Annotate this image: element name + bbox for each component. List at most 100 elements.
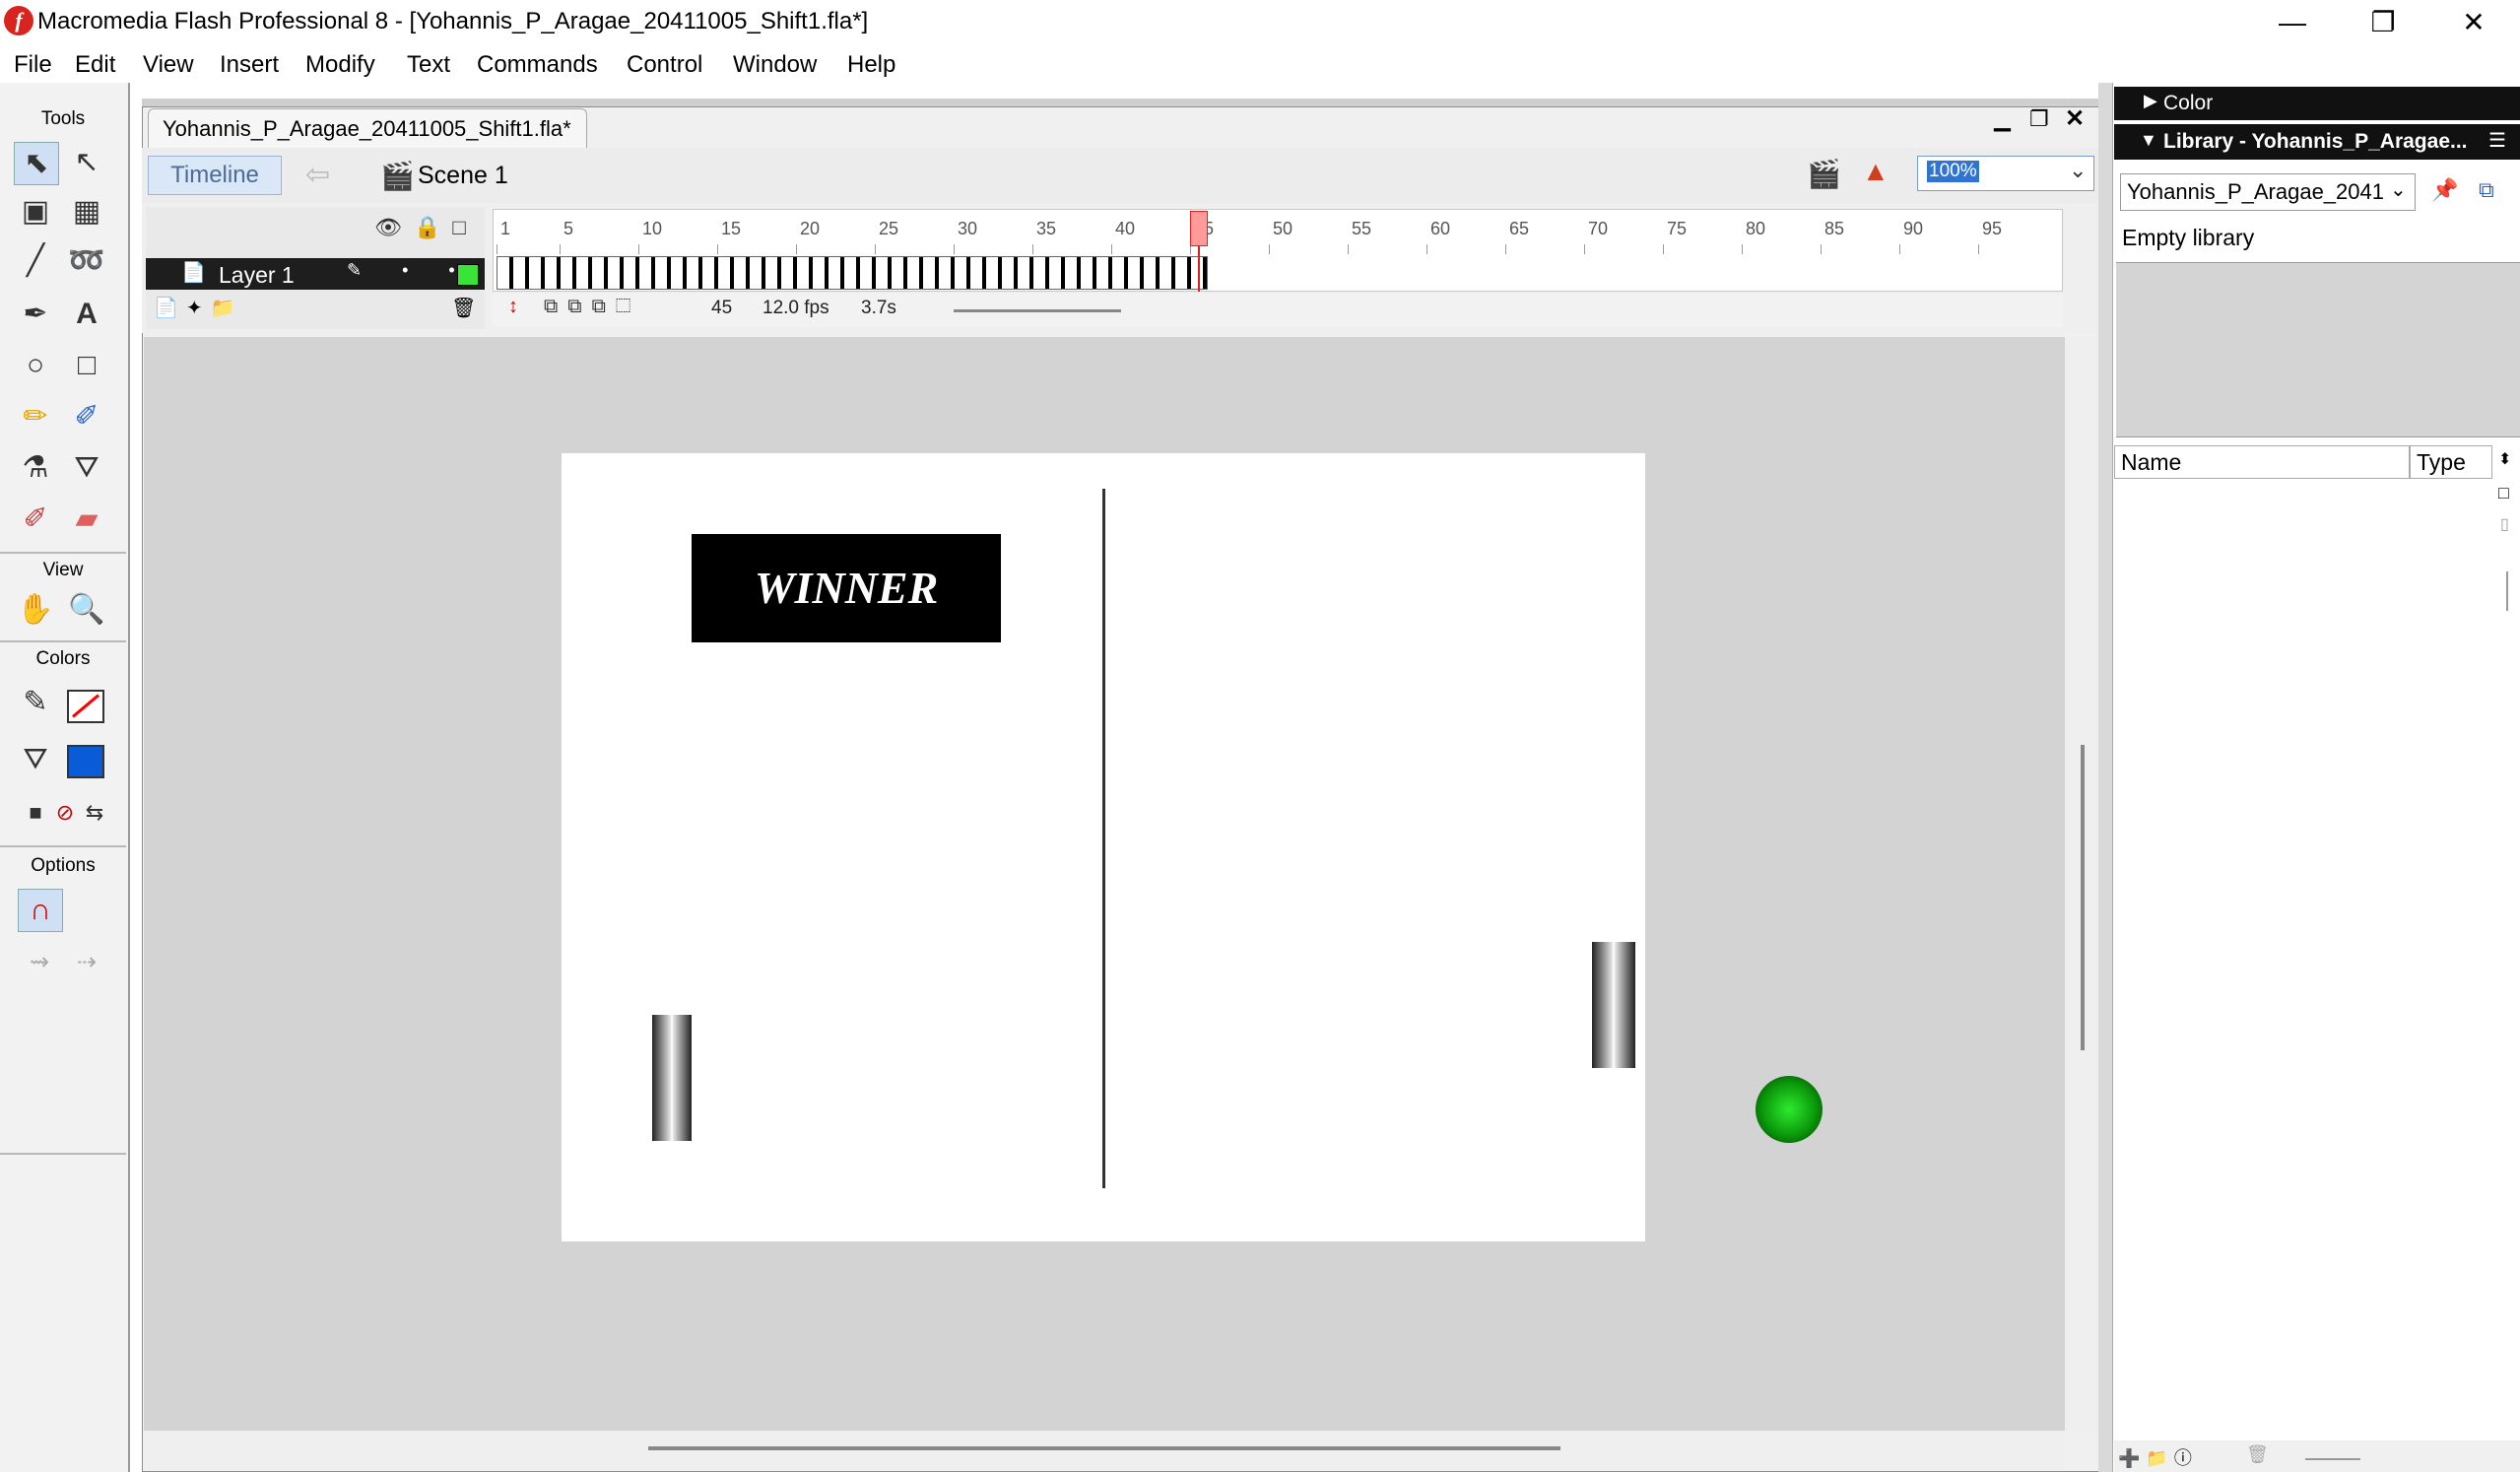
- library-item-list[interactable]: [2114, 479, 2492, 1435]
- doc-minimize-icon[interactable]: ▁: [1994, 106, 2011, 132]
- stroke-color-icon[interactable]: ✎: [14, 682, 57, 723]
- minimize-button[interactable]: —: [2248, 0, 2337, 47]
- right-paddle[interactable]: [1592, 942, 1635, 1068]
- oval-icon[interactable]: ○: [14, 345, 57, 386]
- new-symbol-icon[interactable]: ➕: [2118, 1448, 2146, 1468]
- menu-view[interactable]: View: [143, 51, 194, 79]
- center-frame-icon[interactable]: ↕: [508, 296, 518, 318]
- pin-icon[interactable]: 📌: [2431, 177, 2458, 203]
- fill-transform-icon[interactable]: ▦: [65, 191, 108, 233]
- library-type-column[interactable]: Type: [2410, 445, 2492, 479]
- trash-icon[interactable]: 🗑: [451, 296, 476, 320]
- doc-close-icon[interactable]: ✕: [2065, 104, 2085, 133]
- menu-control[interactable]: Control: [627, 51, 702, 79]
- back-arrow-icon[interactable]: ⇦: [305, 158, 330, 192]
- edit-scene-icon[interactable]: 🎬: [1807, 158, 1841, 190]
- winner-banner[interactable]: WINNER: [692, 534, 1001, 642]
- library-vscroll[interactable]: [2506, 571, 2508, 611]
- insert-folder-icon[interactable]: 📁: [211, 298, 243, 319]
- free-transform-icon[interactable]: ▣: [14, 191, 57, 233]
- edit-multiple-icon[interactable]: ⧉: [592, 296, 616, 317]
- vscroll-thumb[interactable]: [2081, 745, 2085, 1050]
- stage-hscrollbar[interactable]: [144, 1431, 2065, 1470]
- expand-arrow-icon[interactable]: ▶: [2144, 91, 2157, 111]
- document-tab[interactable]: Yohannis_P_Aragae_20411005_Shift1.fla*: [148, 108, 587, 148]
- paint-bucket-icon[interactable]: ⛛: [65, 447, 108, 489]
- panel-options-icon[interactable]: ☰: [2488, 128, 2506, 153]
- frame-rate[interactable]: 12.0 fps: [763, 298, 829, 319]
- layer-name[interactable]: Layer 1: [219, 262, 295, 289]
- insert-layer-icon[interactable]: 📄: [154, 298, 186, 319]
- modify-markers-icon[interactable]: ⬚: [616, 296, 640, 317]
- ball[interactable]: [1756, 1076, 1823, 1143]
- properties-icon[interactable]: ⓘ: [2174, 1448, 2198, 1468]
- new-library-panel-icon[interactable]: ⧉: [2479, 177, 2494, 203]
- left-paddle[interactable]: [652, 1015, 692, 1141]
- chevron-down-icon[interactable]: ⌄: [2390, 177, 2407, 202]
- timeline-hscrollbar[interactable]: [954, 309, 1121, 312]
- menu-edit[interactable]: Edit: [75, 51, 115, 79]
- rectangle-icon[interactable]: □: [65, 345, 108, 386]
- lock-icon[interactable]: 🔒: [414, 215, 452, 239]
- onion-skin-icon[interactable]: ⧉: [544, 296, 567, 317]
- ruler-label: 15: [721, 219, 742, 238]
- zoom-value[interactable]: 100%: [1927, 161, 1979, 182]
- center-net-line[interactable]: [1102, 489, 1105, 1188]
- menu-insert[interactable]: Insert: [220, 51, 279, 79]
- brush-icon[interactable]: ✐: [65, 396, 108, 437]
- narrow-state-icon[interactable]: ▯: [2500, 514, 2509, 534]
- stroke-color-swatch[interactable]: [67, 690, 104, 723]
- scene-label[interactable]: Scene 1: [418, 162, 508, 190]
- pencil-icon[interactable]: ✏: [14, 396, 57, 437]
- snap-magnet-icon[interactable]: ∩: [18, 889, 63, 932]
- layer-outline-color[interactable]: [457, 264, 479, 286]
- wide-state-icon[interactable]: □: [2498, 483, 2509, 503]
- collapse-arrow-icon[interactable]: ▼: [2140, 130, 2157, 151]
- library-document-select[interactable]: Yohannis_P_Aragae_2041: [2120, 173, 2416, 211]
- doc-restore-icon[interactable]: ❐: [2029, 106, 2049, 132]
- library-hscroll[interactable]: [2305, 1458, 2360, 1460]
- playhead[interactable]: [1190, 211, 1208, 246]
- delete-icon[interactable]: 🗑: [2246, 1444, 2269, 1465]
- hand-icon[interactable]: ✋: [14, 589, 57, 631]
- sort-order-icon[interactable]: ⬍: [2498, 449, 2511, 469]
- line-icon[interactable]: ╱: [14, 240, 57, 282]
- outline-icon[interactable]: □: [452, 215, 477, 239]
- menu-window[interactable]: Window: [733, 51, 817, 79]
- layer-state-icons[interactable]: ✎ • •: [347, 260, 473, 281]
- smooth-icon[interactable]: ⇝: [18, 942, 61, 983]
- timeline-toggle-button[interactable]: Timeline: [148, 156, 282, 195]
- menu-commands[interactable]: Commands: [477, 51, 598, 79]
- menu-help[interactable]: Help: [847, 51, 895, 79]
- hscroll-thumb[interactable]: [648, 1446, 1560, 1450]
- add-motion-guide-icon[interactable]: ✦: [186, 298, 211, 319]
- pen-icon[interactable]: ✒: [14, 294, 57, 335]
- keyframes-strip[interactable]: [497, 256, 1208, 290]
- edit-symbols-icon[interactable]: ▲: [1862, 156, 1890, 187]
- panel-collapse-bar[interactable]: [2098, 83, 2112, 1472]
- ink-bottle-icon[interactable]: ⚗: [14, 447, 57, 489]
- lasso-icon[interactable]: ➿: [65, 240, 108, 282]
- fill-color-swatch[interactable]: [67, 745, 104, 778]
- library-name-column[interactable]: Name: [2114, 445, 2410, 479]
- menu-modify[interactable]: Modify: [305, 51, 375, 79]
- menu-file[interactable]: File: [14, 51, 52, 79]
- arrow-icon[interactable]: ⬉: [14, 142, 59, 185]
- eraser-icon[interactable]: ▰: [65, 499, 108, 540]
- color-panel-header[interactable]: Color: [2114, 87, 2520, 120]
- text-icon[interactable]: A: [65, 294, 108, 335]
- maximize-button[interactable]: ❐: [2339, 0, 2427, 47]
- chevron-down-icon[interactable]: ⌄: [2069, 158, 2087, 183]
- zoom-icon[interactable]: 🔍: [65, 589, 108, 631]
- straighten-icon[interactable]: ⇢: [65, 942, 108, 983]
- eye-icon[interactable]: 👁: [374, 215, 414, 239]
- subselect-icon[interactable]: ↖: [65, 142, 108, 183]
- menu-text[interactable]: Text: [407, 51, 450, 79]
- fill-color-icon[interactable]: ⛛: [14, 739, 57, 780]
- close-button[interactable]: ✕: [2429, 0, 2518, 47]
- library-panel-header[interactable]: Library - Yohannis_P_Aragae...: [2114, 124, 2520, 160]
- eyedropper-icon[interactable]: ✐: [14, 499, 57, 540]
- onion-outline-icon[interactable]: ⧉: [567, 296, 591, 317]
- swap-colors-icon[interactable]: ⇆: [73, 792, 116, 834]
- new-folder-icon[interactable]: 📁: [2146, 1448, 2173, 1468]
